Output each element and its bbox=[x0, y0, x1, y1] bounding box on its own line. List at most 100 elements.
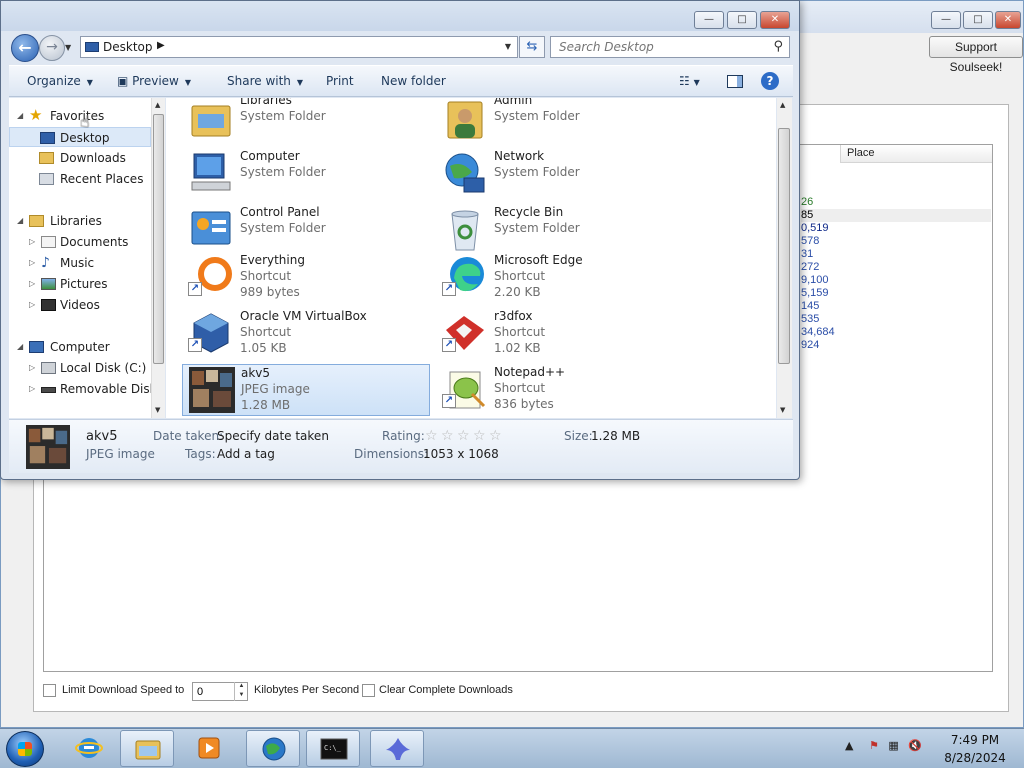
collapsed-arrow-icon[interactable]: ▷ bbox=[29, 358, 35, 378]
rating-star-icon[interactable]: ☆ bbox=[473, 428, 486, 444]
preview-menu[interactable]: ▣ Preview ▼ bbox=[117, 74, 191, 88]
show-hidden-icons-icon[interactable]: ▲ bbox=[845, 739, 853, 752]
preview-pane-icon[interactable] bbox=[727, 75, 743, 88]
file-size: 1.28 MB bbox=[241, 398, 291, 412]
rating-star-icon[interactable]: ☆ bbox=[489, 428, 502, 444]
scroll-up-icon[interactable]: ▲ bbox=[155, 101, 160, 109]
soulseek-minimize-button[interactable]: — bbox=[931, 11, 961, 29]
scroll-down-icon[interactable]: ▼ bbox=[155, 406, 160, 414]
back-arrow-icon[interactable]: ← bbox=[11, 34, 39, 62]
scroll-up-icon[interactable]: ▲ bbox=[780, 101, 785, 109]
start-button[interactable] bbox=[6, 731, 44, 767]
search-box[interactable]: ⚲ bbox=[550, 36, 790, 58]
file-item-libraries[interactable]: Libraries System Folder bbox=[182, 98, 430, 144]
nav-item-removable-disk[interactable]: ▷ Removable Disk ( bbox=[9, 379, 151, 399]
size-value: 1.28 MB bbox=[591, 429, 641, 443]
expand-arrow-icon[interactable]: ◢ bbox=[17, 106, 23, 126]
file-item-computer[interactable]: Computer System Folder bbox=[182, 148, 430, 200]
new-folder-button[interactable]: New folder bbox=[381, 74, 446, 88]
share-with-menu[interactable]: Share with ▼ bbox=[227, 74, 303, 88]
expand-arrow-icon[interactable]: ◢ bbox=[17, 211, 23, 231]
pictures-icon bbox=[41, 278, 56, 290]
scroll-thumb[interactable] bbox=[778, 128, 790, 364]
nav-item-computer[interactable]: ◢ Computer bbox=[9, 337, 151, 357]
nav-item-music[interactable]: ▷ ♪ Music bbox=[9, 253, 151, 273]
file-item-akv5[interactable]: akv5 JPEG image 1.28 MB bbox=[182, 364, 430, 416]
soulseek-close-button[interactable]: ✕ bbox=[995, 11, 1021, 29]
place-value: 578 bbox=[801, 235, 820, 247]
date-taken-value[interactable]: Specify date taken bbox=[217, 429, 329, 443]
scroll-thumb[interactable] bbox=[153, 114, 164, 364]
explorer-minimize-button[interactable]: — bbox=[694, 11, 724, 29]
file-item-admin[interactable]: Admin System Folder bbox=[436, 98, 684, 144]
explorer-close-button[interactable]: ✕ bbox=[760, 11, 790, 29]
file-name: Recycle Bin bbox=[494, 205, 564, 219]
file-item-recycle-bin[interactable]: Recycle Bin System Folder bbox=[436, 204, 684, 256]
support-soulseek-button[interactable]: Support Soulseek! bbox=[929, 36, 1023, 74]
nav-item-documents[interactable]: ▷ Documents bbox=[9, 232, 151, 252]
disk-icon bbox=[41, 362, 56, 374]
nav-item-videos[interactable]: ▷ Videos bbox=[9, 295, 151, 315]
volume-muted-icon[interactable]: 🔇 bbox=[908, 739, 922, 752]
taskbar-network-globe[interactable] bbox=[246, 730, 300, 767]
network-status-icon[interactable]: ▦ bbox=[888, 739, 898, 752]
clear-complete-checkbox[interactable] bbox=[362, 684, 375, 697]
file-item-r3dfox[interactable]: ↗ r3dfox Shortcut 1.02 KB bbox=[436, 308, 684, 360]
nav-scrollbar[interactable]: ▲ ▼ bbox=[151, 98, 165, 418]
file-item-control-panel[interactable]: Control Panel System Folder bbox=[182, 204, 430, 256]
rating-star-icon[interactable]: ☆ bbox=[441, 428, 454, 444]
address-breadcrumb[interactable]: Desktop bbox=[103, 40, 153, 54]
taskbar-internet-explorer[interactable] bbox=[62, 730, 116, 767]
collapsed-arrow-icon[interactable]: ▷ bbox=[29, 253, 35, 273]
soulseek-maximize-button[interactable]: □ bbox=[963, 11, 993, 29]
search-input[interactable] bbox=[557, 37, 767, 57]
print-button[interactable]: Print bbox=[326, 74, 354, 88]
nav-item-recent-places[interactable]: Recent Places bbox=[9, 169, 151, 189]
file-item-notepadpp[interactable]: ↗ Notepad++ Shortcut 836 bytes bbox=[436, 364, 684, 416]
action-center-flag-icon[interactable]: ⚑ bbox=[869, 739, 879, 752]
collapsed-arrow-icon[interactable]: ▷ bbox=[29, 232, 35, 252]
clock-date[interactable]: 8/28/2024 bbox=[940, 751, 1010, 765]
change-view-icon[interactable]: ☷ ▼ bbox=[679, 74, 700, 88]
file-item-network[interactable]: Network System Folder bbox=[436, 148, 684, 200]
explorer-maximize-button[interactable]: □ bbox=[727, 11, 757, 29]
place-value: 145 bbox=[801, 300, 820, 312]
address-dropdown-icon[interactable]: ▼ bbox=[505, 42, 511, 51]
download-options: Limit Download Speed to ▲▼ Kilobytes Per… bbox=[43, 682, 743, 701]
file-item-microsoft-edge[interactable]: ↗ Microsoft Edge Shortcut 2.20 KB bbox=[436, 252, 684, 304]
nav-item-downloads[interactable]: Downloads bbox=[9, 148, 151, 168]
rating-star-icon[interactable]: ☆ bbox=[425, 428, 438, 444]
collapsed-arrow-icon[interactable]: ▷ bbox=[29, 295, 35, 315]
expand-arrow-icon[interactable]: ◢ bbox=[17, 337, 23, 357]
shortcut-arrow-icon: ↗ bbox=[442, 338, 456, 352]
help-icon[interactable]: ? bbox=[761, 72, 779, 90]
nav-item-pictures[interactable]: ▷ Pictures bbox=[9, 274, 151, 294]
content-scrollbar[interactable]: ▲ ▼ bbox=[777, 98, 792, 418]
refresh-button[interactable]: ⇆ bbox=[519, 36, 545, 58]
clock-time[interactable]: 7:49 PM bbox=[940, 733, 1010, 747]
rating-star-icon[interactable]: ☆ bbox=[457, 428, 470, 444]
scroll-down-icon[interactable]: ▼ bbox=[780, 406, 785, 414]
taskbar-soulseek[interactable] bbox=[370, 730, 424, 767]
recent-pages-dropdown-icon[interactable]: ▼ bbox=[65, 43, 71, 52]
file-item-virtualbox[interactable]: ↗ Oracle VM VirtualBox Shortcut 1.05 KB bbox=[182, 308, 430, 360]
star-icon: ★ bbox=[29, 106, 43, 124]
taskbar-file-explorer[interactable] bbox=[120, 730, 174, 767]
nav-item-local-disk[interactable]: ▷ Local Disk (C:) bbox=[9, 358, 151, 378]
file-type: JPEG image bbox=[241, 382, 310, 396]
place-column-header[interactable]: Place bbox=[840, 145, 992, 163]
speed-spinner[interactable]: ▲ ▼ bbox=[234, 682, 248, 701]
nav-item-libraries[interactable]: ◢ Libraries bbox=[9, 211, 151, 231]
address-bar[interactable]: Desktop ▶ ▼ bbox=[80, 36, 518, 58]
tags-value[interactable]: Add a tag bbox=[217, 447, 275, 461]
taskbar-command-prompt[interactable]: C:\_ bbox=[306, 730, 360, 767]
breadcrumb-chevron-icon[interactable]: ▶ bbox=[157, 40, 165, 51]
collapsed-arrow-icon[interactable]: ▷ bbox=[29, 379, 35, 399]
organize-menu[interactable]: Organize ▼ bbox=[27, 74, 93, 88]
limit-speed-checkbox[interactable] bbox=[43, 684, 56, 697]
file-item-everything[interactable]: ↗ Everything Shortcut 989 bytes bbox=[182, 252, 430, 304]
search-icon[interactable]: ⚲ bbox=[773, 39, 783, 54]
forward-arrow-icon[interactable]: → bbox=[39, 35, 65, 61]
taskbar-media-player[interactable] bbox=[182, 730, 236, 767]
collapsed-arrow-icon[interactable]: ▷ bbox=[29, 274, 35, 294]
